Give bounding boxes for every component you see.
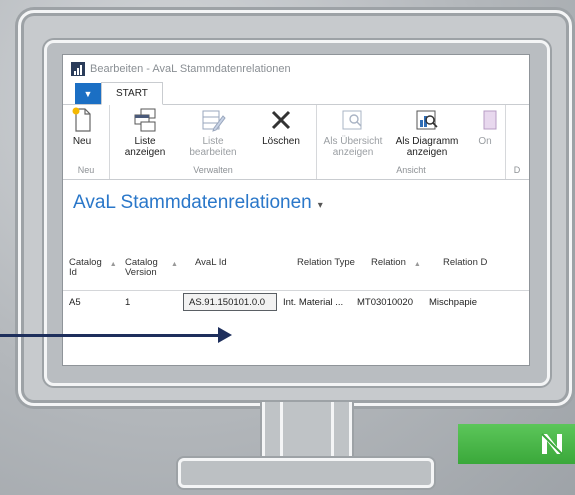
new-document-icon	[68, 107, 96, 133]
column-header-catalog-version[interactable]: Catalog Version ▲	[119, 258, 189, 278]
delete-x-icon	[267, 107, 295, 133]
table-row[interactable]: A5 1 AS.91.150101.0.0 Int. Material ... …	[63, 291, 529, 313]
pointer-arrow-head-icon	[218, 327, 232, 343]
window-title: Bearbeiten - AvaL Stammdatenrelationen	[90, 63, 291, 75]
monitor-stand-neck-inner	[280, 402, 334, 461]
ribbon-group-new-label: Neu	[77, 165, 95, 175]
ribbon: Neu Neu Liste anzeigen Liste bearbeiten	[63, 105, 529, 180]
chart-view-button[interactable]: Als Diagramm anzeigen	[389, 105, 465, 163]
brand-logo	[458, 424, 575, 464]
page-title: AvaL Stammdatenrelationen	[73, 192, 312, 213]
title-menu-chevron-icon[interactable]: ▾	[318, 200, 323, 211]
column-header-relation[interactable]: Relation ▲	[365, 258, 437, 270]
list-edit-icon	[199, 107, 227, 133]
sort-icon: ▲	[171, 261, 178, 268]
edit-list-button[interactable]: Liste bearbeiten	[180, 105, 246, 163]
overview-button[interactable]: Als Übersicht anzeigen	[317, 105, 389, 163]
dropdown-triangle-icon: ▼	[83, 89, 93, 99]
cell-catalog-id: A5	[69, 296, 81, 308]
cell-catalog-version: 1	[125, 296, 131, 308]
ribbon-tab-bar: ▼ START	[63, 82, 529, 105]
app-logo-icon	[71, 62, 85, 76]
delete-label: Löschen	[262, 136, 300, 147]
ribbon-group-cut-label: D	[513, 165, 521, 175]
edit-list-label: Liste bearbeiten	[189, 136, 237, 158]
pointer-arrow-line	[0, 334, 224, 337]
overview-icon	[339, 107, 367, 133]
new-button[interactable]: Neu	[63, 105, 101, 163]
cell-relation-type: Int. Material ...	[283, 296, 344, 308]
tab-start[interactable]: START	[101, 82, 163, 105]
page-header: AvaL Stammdatenrelationen ▾	[63, 180, 529, 226]
app-window: Bearbeiten - AvaL Stammdatenrelationen ▼…	[62, 54, 530, 366]
column-header-catalog-id[interactable]: Catalog Id ▲	[63, 258, 119, 278]
cell-relation: MT03010020	[357, 296, 413, 308]
column-header-aval-id[interactable]: AvaL Id	[189, 258, 291, 268]
ribbon-group-manage: Liste anzeigen Liste bearbeiten Löschen …	[110, 105, 317, 179]
ribbon-group-manage-label: Verwalten	[193, 165, 233, 175]
onenote-label: On	[478, 136, 492, 147]
brand-n-icon	[541, 433, 563, 455]
column-header-relation-type[interactable]: Relation Type	[291, 258, 365, 268]
sort-icon: ▲	[413, 261, 421, 268]
monitor-stand-base	[178, 458, 434, 488]
chart-icon	[413, 107, 441, 133]
ribbon-group-new: Neu Neu	[63, 105, 110, 179]
sort-icon: ▲	[109, 261, 117, 268]
chart-view-label: Als Diagramm anzeigen	[395, 136, 459, 158]
new-button-label: Neu	[72, 136, 92, 147]
cell-relation-d: Mischpapie	[429, 296, 478, 308]
ribbon-group-view-label: Ansicht	[396, 165, 426, 175]
show-list-label: Liste anzeigen	[124, 136, 166, 158]
cell-aval-id-selected[interactable]: AS.91.150101.0.0	[183, 293, 277, 311]
overview-label: Als Übersicht anzeigen	[323, 136, 383, 158]
onenote-icon	[471, 107, 499, 133]
onenote-button[interactable]: On	[465, 105, 505, 163]
delete-button[interactable]: Löschen	[246, 105, 316, 163]
column-header-relation-d[interactable]: Relation D	[437, 258, 503, 268]
title-bar: Bearbeiten - AvaL Stammdatenrelationen	[63, 55, 529, 83]
show-list-button[interactable]: Liste anzeigen	[110, 105, 180, 163]
file-menu-button[interactable]: ▼	[75, 83, 101, 105]
list-view-icon	[131, 107, 159, 133]
ribbon-group-cut: D	[506, 105, 528, 179]
ribbon-group-view: Als Übersicht anzeigen Als Diagramm anze…	[317, 105, 506, 179]
grid-header: Catalog Id ▲ Catalog Version ▲ AvaL Id Rel…	[63, 236, 529, 291]
